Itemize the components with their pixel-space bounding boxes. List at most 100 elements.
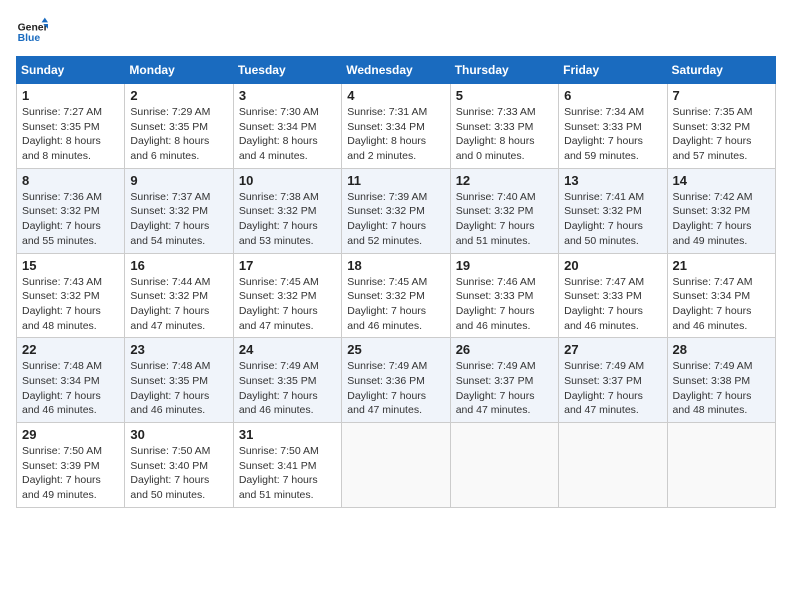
day-detail: Sunrise: 7:48 AMSunset: 3:35 PMDaylight:… — [130, 359, 227, 418]
day-number: 27 — [564, 342, 661, 357]
calendar-cell: 14Sunrise: 7:42 AMSunset: 3:32 PMDayligh… — [667, 168, 775, 253]
calendar-cell: 26 Sunrise: 7:49 AMSunset: 3:37 PMDayligh… — [450, 338, 558, 423]
day-detail: Sunrise: 7:40 AMSunset: 3:32 PMDaylight:… — [456, 190, 553, 249]
calendar-cell: 17 Sunrise: 7:45 AMSunset: 3:32 PMDayligh… — [233, 253, 341, 338]
day-header-wednesday: Wednesday — [342, 57, 450, 84]
calendar-cell: 2 Sunrise: 7:29 AMSunset: 3:35 PMDaylight… — [125, 84, 233, 169]
day-detail: Sunrise: 7:46 AMSunset: 3:33 PMDaylight:… — [456, 275, 553, 334]
calendar-cell: 16 Sunrise: 7:44 AMSunset: 3:32 PMDayligh… — [125, 253, 233, 338]
day-number: 18 — [347, 258, 444, 273]
day-detail: Sunrise: 7:43 AMSunset: 3:32 PMDaylight:… — [22, 275, 119, 334]
calendar-cell: 7 Sunrise: 7:35 AMSunset: 3:32 PMDaylight… — [667, 84, 775, 169]
calendar-week-row: 29 Sunrise: 7:50 AMSunset: 3:39 PMDayligh… — [17, 423, 776, 508]
day-number: 19 — [456, 258, 553, 273]
day-number: 1 — [22, 88, 119, 103]
calendar-cell: 24 Sunrise: 7:49 AMSunset: 3:35 PMDayligh… — [233, 338, 341, 423]
calendar-cell: 9 Sunrise: 7:37 AMSunset: 3:32 PMDaylight… — [125, 168, 233, 253]
day-number: 5 — [456, 88, 553, 103]
day-detail: Sunrise: 7:27 AMSunset: 3:35 PMDaylight:… — [22, 105, 119, 164]
day-detail: Sunrise: 7:50 AMSunset: 3:39 PMDaylight:… — [22, 444, 119, 503]
day-detail: Sunrise: 7:47 AMSunset: 3:33 PMDaylight:… — [564, 275, 661, 334]
day-number: 2 — [130, 88, 227, 103]
calendar-cell: 8 Sunrise: 7:36 AMSunset: 3:32 PMDaylight… — [17, 168, 125, 253]
day-detail: Sunrise: 7:29 AMSunset: 3:35 PMDaylight:… — [130, 105, 227, 164]
day-detail: Sunrise: 7:39 AMSunset: 3:32 PMDaylight:… — [347, 190, 444, 249]
day-number: 23 — [130, 342, 227, 357]
day-number: 8 — [22, 173, 119, 188]
calendar-week-row: 8 Sunrise: 7:36 AMSunset: 3:32 PMDaylight… — [17, 168, 776, 253]
calendar-cell: 12 Sunrise: 7:40 AMSunset: 3:32 PMDayligh… — [450, 168, 558, 253]
calendar-cell: 20 Sunrise: 7:47 AMSunset: 3:33 PMDayligh… — [559, 253, 667, 338]
calendar-cell: 1 Sunrise: 7:27 AMSunset: 3:35 PMDaylight… — [17, 84, 125, 169]
calendar-cell: 31 Sunrise: 7:50 AMSunset: 3:41 PMDayligh… — [233, 423, 341, 508]
day-detail: Sunrise: 7:49 AMSunset: 3:35 PMDaylight:… — [239, 359, 336, 418]
day-number: 28 — [673, 342, 770, 357]
calendar-cell: 23 Sunrise: 7:48 AMSunset: 3:35 PMDayligh… — [125, 338, 233, 423]
calendar-cell: 4Sunrise: 7:31 AMSunset: 3:34 PMDaylight… — [342, 84, 450, 169]
day-number: 31 — [239, 427, 336, 442]
day-detail: Sunrise: 7:44 AMSunset: 3:32 PMDaylight:… — [130, 275, 227, 334]
day-detail: Sunrise: 7:38 AMSunset: 3:32 PMDaylight:… — [239, 190, 336, 249]
calendar-week-row: 1 Sunrise: 7:27 AMSunset: 3:35 PMDaylight… — [17, 84, 776, 169]
day-detail: Sunrise: 7:42 AMSunset: 3:32 PMDaylight:… — [673, 190, 770, 249]
calendar-cell: 10 Sunrise: 7:38 AMSunset: 3:32 PMDayligh… — [233, 168, 341, 253]
calendar-cell: 15 Sunrise: 7:43 AMSunset: 3:32 PMDayligh… — [17, 253, 125, 338]
day-number: 30 — [130, 427, 227, 442]
day-header-saturday: Saturday — [667, 57, 775, 84]
day-detail: Sunrise: 7:49 AMSunset: 3:36 PMDaylight:… — [347, 359, 444, 418]
day-detail: Sunrise: 7:49 AMSunset: 3:37 PMDaylight:… — [564, 359, 661, 418]
day-detail: Sunrise: 7:37 AMSunset: 3:32 PMDaylight:… — [130, 190, 227, 249]
day-header-sunday: Sunday — [17, 57, 125, 84]
calendar-header-row: SundayMondayTuesdayWednesdayThursdayFrid… — [17, 57, 776, 84]
day-detail: Sunrise: 7:35 AMSunset: 3:32 PMDaylight:… — [673, 105, 770, 164]
day-number: 22 — [22, 342, 119, 357]
day-detail: Sunrise: 7:49 AMSunset: 3:38 PMDaylight:… — [673, 359, 770, 418]
calendar-cell: 21 Sunrise: 7:47 AMSunset: 3:34 PMDayligh… — [667, 253, 775, 338]
day-number: 29 — [22, 427, 119, 442]
calendar-cell: 30Sunrise: 7:50 AMSunset: 3:40 PMDayligh… — [125, 423, 233, 508]
calendar-cell: 13 Sunrise: 7:41 AMSunset: 3:32 PMDayligh… — [559, 168, 667, 253]
day-number: 7 — [673, 88, 770, 103]
day-header-monday: Monday — [125, 57, 233, 84]
svg-text:Blue: Blue — [18, 33, 41, 44]
day-detail: Sunrise: 7:47 AMSunset: 3:34 PMDaylight:… — [673, 275, 770, 334]
day-detail: Sunrise: 7:33 AMSunset: 3:33 PMDaylight:… — [456, 105, 553, 164]
day-detail: Sunrise: 7:45 AMSunset: 3:32 PMDaylight:… — [239, 275, 336, 334]
day-number: 15 — [22, 258, 119, 273]
calendar-cell: 19 Sunrise: 7:46 AMSunset: 3:33 PMDayligh… — [450, 253, 558, 338]
day-detail: Sunrise: 7:49 AMSunset: 3:37 PMDaylight:… — [456, 359, 553, 418]
calendar-cell — [667, 423, 775, 508]
day-number: 6 — [564, 88, 661, 103]
day-number: 3 — [239, 88, 336, 103]
day-detail: Sunrise: 7:41 AMSunset: 3:32 PMDaylight:… — [564, 190, 661, 249]
day-header-friday: Friday — [559, 57, 667, 84]
calendar-cell: 27 Sunrise: 7:49 AMSunset: 3:37 PMDayligh… — [559, 338, 667, 423]
logo-icon: General Blue — [16, 16, 48, 48]
calendar-table: SundayMondayTuesdayWednesdayThursdayFrid… — [16, 56, 776, 508]
day-detail: Sunrise: 7:50 AMSunset: 3:41 PMDaylight:… — [239, 444, 336, 503]
day-number: 16 — [130, 258, 227, 273]
day-header-thursday: Thursday — [450, 57, 558, 84]
day-number: 20 — [564, 258, 661, 273]
day-number: 17 — [239, 258, 336, 273]
page-header: General Blue — [16, 16, 776, 48]
day-detail: Sunrise: 7:48 AMSunset: 3:34 PMDaylight:… — [22, 359, 119, 418]
calendar-cell: 28 Sunrise: 7:49 AMSunset: 3:38 PMDayligh… — [667, 338, 775, 423]
calendar-cell: 5 Sunrise: 7:33 AMSunset: 3:33 PMDaylight… — [450, 84, 558, 169]
day-number: 26 — [456, 342, 553, 357]
day-number: 9 — [130, 173, 227, 188]
day-number: 12 — [456, 173, 553, 188]
day-number: 24 — [239, 342, 336, 357]
day-detail: Sunrise: 7:45 AMSunset: 3:32 PMDaylight:… — [347, 275, 444, 334]
day-number: 4 — [347, 88, 444, 103]
day-number: 25 — [347, 342, 444, 357]
calendar-week-row: 15 Sunrise: 7:43 AMSunset: 3:32 PMDayligh… — [17, 253, 776, 338]
day-number: 11 — [347, 173, 444, 188]
calendar-cell — [559, 423, 667, 508]
day-number: 13 — [564, 173, 661, 188]
day-detail: Sunrise: 7:36 AMSunset: 3:32 PMDaylight:… — [22, 190, 119, 249]
day-number: 21 — [673, 258, 770, 273]
day-number: 10 — [239, 173, 336, 188]
calendar-cell — [450, 423, 558, 508]
calendar-cell: 18 Sunrise: 7:45 AMSunset: 3:32 PMDayligh… — [342, 253, 450, 338]
